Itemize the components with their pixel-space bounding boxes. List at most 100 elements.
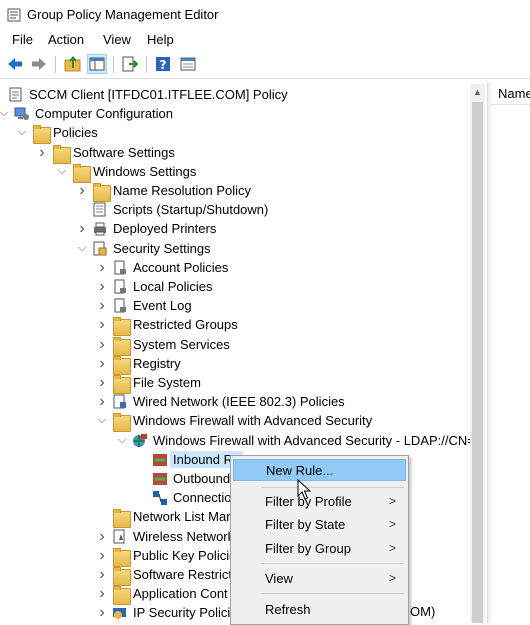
tree-node[interactable]: › Wired Network (IEEE 802.3) Policies <box>0 392 470 411</box>
menu-item-refresh[interactable]: Refresh <box>233 599 406 621</box>
tree-node-label: Registry <box>133 355 181 371</box>
title-bar: Group Policy Management Editor <box>0 0 530 30</box>
help-icon[interactable]: ? <box>154 55 172 73</box>
expand-chevron-icon[interactable]: › <box>96 296 108 315</box>
forward-icon[interactable] <box>30 55 48 73</box>
inbound-rules-icon <box>153 453 167 466</box>
tree-node[interactable]: › Restricted Groups <box>0 315 470 337</box>
menu-action[interactable]: Action <box>48 32 84 47</box>
toolbar-separator <box>146 56 147 73</box>
tree-node[interactable]: › File System <box>0 373 470 394</box>
tree-node[interactable]: › Software Settings <box>0 143 470 164</box>
window-title: Group Policy Management Editor <box>27 7 219 22</box>
expand-chevron-icon[interactable]: › <box>96 603 108 622</box>
expand-chevron-icon[interactable]: › <box>76 219 88 238</box>
tree-item-label-overflow: OM) <box>410 604 436 619</box>
submenu-arrow-icon: > <box>388 517 396 531</box>
menu-item-filter-by-state[interactable]: Filter by State > <box>233 514 406 536</box>
menu-item-new-rule[interactable]: New Rule... <box>233 459 406 481</box>
expand-chevron-icon[interactable]: › <box>96 258 108 277</box>
tree-node[interactable]: › Registry <box>0 354 470 375</box>
menu-file[interactable]: File <box>12 32 33 47</box>
collapse-chevron-icon[interactable]: ⌵ <box>56 162 68 181</box>
expand-chevron-icon[interactable]: › <box>96 546 108 565</box>
expand-chevron-icon[interactable]: › <box>96 373 108 392</box>
tree-node-label: Network List Mar <box>133 509 231 525</box>
toolbar: ? <box>0 52 530 79</box>
tree-node[interactable]: › Account Policies <box>0 258 470 277</box>
scroll-thumb[interactable] <box>472 102 483 623</box>
tree-node-label: Outbound <box>173 471 231 486</box>
ipsec-icon <box>113 608 126 620</box>
menu-item-view[interactable]: View > <box>233 568 406 590</box>
menu-view[interactable]: View <box>103 32 131 47</box>
menu-help[interactable]: Help <box>147 32 174 47</box>
collapse-chevron-icon[interactable]: ⌵ <box>16 123 28 142</box>
menu-separator <box>261 563 404 564</box>
column-header-name[interactable]: Name <box>491 82 530 105</box>
scroll-up-arrow-icon[interactable]: ▲ <box>473 87 482 97</box>
tree-node[interactable]: ⌵ Computer Configuration <box>0 104 470 123</box>
collapse-chevron-icon[interactable]: ⌵ <box>0 104 10 123</box>
expand-chevron-icon[interactable]: › <box>96 315 108 334</box>
expand-chevron-icon[interactable]: › <box>76 181 88 200</box>
collapse-chevron-icon[interactable]: ⌵ <box>116 431 128 450</box>
tree-node-label: Wireless Network <box>133 528 235 544</box>
up-folder-icon[interactable] <box>64 55 82 73</box>
policy-icon <box>114 260 126 275</box>
toolbar-separator <box>55 56 56 73</box>
svg-text:?: ? <box>160 58 167 72</box>
collapse-chevron-icon[interactable]: ⌵ <box>76 239 88 258</box>
tree-node[interactable]: SCCM Client [ITFDC01.ITFLEE.COM] Policy <box>0 85 470 104</box>
properties-icon[interactable] <box>179 55 197 73</box>
collapse-chevron-icon[interactable]: ⌵ <box>96 411 108 430</box>
connection-rules-icon <box>153 491 167 506</box>
gpo-app-icon <box>7 8 21 22</box>
tree-node-label: Event Log <box>133 298 192 314</box>
tree-node-label: Policies <box>53 125 98 141</box>
expand-chevron-icon[interactable]: › <box>96 527 108 546</box>
menu-bar: File Action View Help <box>0 30 530 50</box>
back-icon[interactable] <box>6 55 24 73</box>
expand-chevron-icon[interactable]: › <box>36 143 48 162</box>
printer-icon <box>94 222 106 236</box>
expand-chevron-icon[interactable]: › <box>96 565 108 584</box>
policy-icon <box>114 279 126 294</box>
tree-node[interactable]: ⌵ Security Settings <box>0 239 470 258</box>
submenu-arrow-icon: > <box>388 494 396 508</box>
tree-node-label: IP Security Policie <box>133 605 238 621</box>
mouse-cursor-icon <box>297 479 312 500</box>
tree-node[interactable]: › Event Log <box>0 296 470 315</box>
submenu-arrow-icon: > <box>388 571 396 585</box>
tree-scrollbar[interactable]: ▲ <box>470 84 485 623</box>
tree-node-label: Restricted Groups <box>133 317 238 333</box>
tree-node-label: File System <box>133 375 201 390</box>
export-list-icon[interactable] <box>121 55 139 73</box>
tree-node[interactable]: › Name Resolution Policy <box>0 181 470 202</box>
tree-node-label: Public Key Policie <box>133 547 237 563</box>
tree-node-label: Deployed Printers <box>113 221 217 237</box>
expand-chevron-icon[interactable]: › <box>96 335 108 354</box>
expand-chevron-icon[interactable]: › <box>96 354 108 373</box>
tree-node[interactable]: › System Services <box>0 335 470 356</box>
tree-node[interactable]: ⌵ Windows Firewall with Advanced Security <box>0 411 470 433</box>
tree-node-label: SCCM Client [ITFDC01.ITFLEE.COM] Policy <box>29 87 288 102</box>
tree-node-label: Windows Firewall with Advanced Security … <box>153 432 475 448</box>
show-hide-tree-icon[interactable] <box>87 54 107 74</box>
tree-node[interactable]: Scripts (Startup/Shutdown) <box>0 200 470 219</box>
tree-node-label: Name Resolution Policy <box>113 183 252 198</box>
expand-chevron-icon[interactable]: › <box>96 584 108 603</box>
expand-chevron-icon[interactable]: › <box>96 277 108 296</box>
tree-node[interactable]: › Deployed Printers <box>0 219 470 238</box>
expand-chevron-icon[interactable]: › <box>96 392 108 411</box>
tree-node[interactable]: › Local Policies <box>0 277 470 296</box>
menu-item-filter-by-profile[interactable]: Filter by Profile > <box>233 491 406 513</box>
submenu-arrow-icon: > <box>388 541 396 555</box>
tree-node-label: Connectio <box>173 490 232 506</box>
tree-node-label: Local Policies <box>133 279 213 294</box>
tree-node[interactable]: ⌵ Windows Firewall with Advanced Security… <box>0 431 475 450</box>
tree-node[interactable]: ⌵ Policies <box>0 123 470 145</box>
menu-item-filter-by-group[interactable]: Filter by Group > <box>233 538 406 560</box>
tree-node[interactable]: ⌵ Windows Settings <box>0 162 470 183</box>
menu-separator <box>261 593 404 594</box>
